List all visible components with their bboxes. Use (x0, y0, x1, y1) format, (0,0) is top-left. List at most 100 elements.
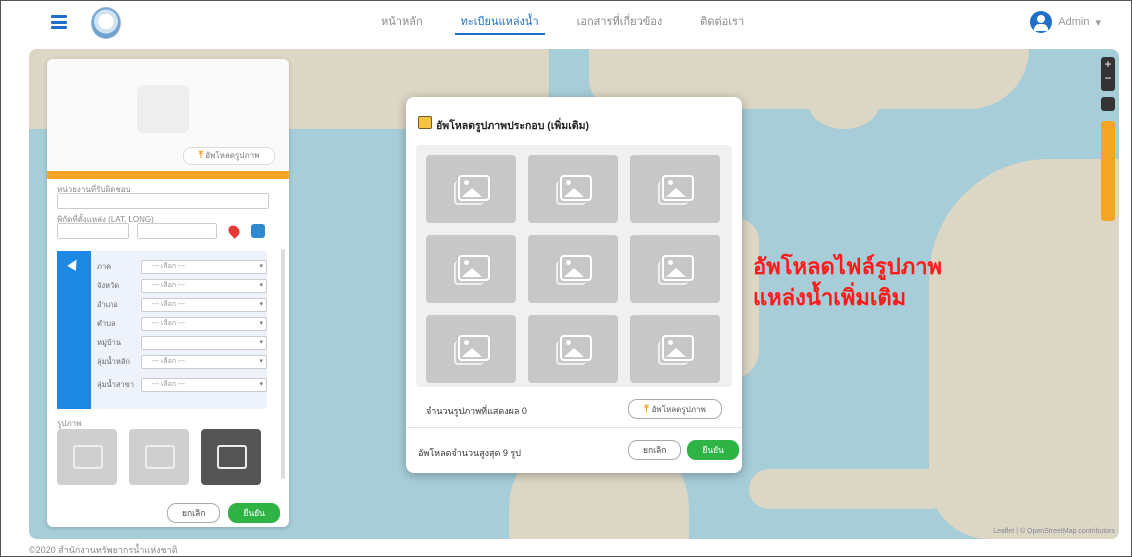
user-menu[interactable]: Admin ▾ (1030, 11, 1101, 33)
location-pin-icon[interactable] (226, 223, 242, 239)
user-avatar-icon (1030, 11, 1053, 33)
draw-toolbar[interactable] (1101, 121, 1115, 221)
agency-logo[interactable] (91, 7, 121, 39)
sub-basin-row: ลุ่มน้ำสาขา --- เลือก --- (97, 377, 267, 393)
user-name: Admin (1058, 16, 1090, 28)
agency-input[interactable] (57, 193, 269, 209)
image-slot[interactable] (426, 315, 516, 383)
map-picker-icon[interactable] (251, 224, 265, 238)
region-label: ภาค (97, 262, 112, 271)
image-slot[interactable] (528, 235, 618, 303)
image-slot[interactable] (528, 315, 618, 383)
region-row: ภาค --- เลือก --- (97, 259, 267, 275)
district-label: อำเภอ (97, 300, 118, 309)
image-thumbnail[interactable] (201, 429, 261, 485)
image-thumbnail[interactable] (57, 429, 117, 485)
nav-water-registry[interactable]: ทะเบียนแหล่งน้ำ (454, 1, 545, 43)
nav-home[interactable]: หน้าหลัก (381, 1, 423, 43)
image-slot[interactable] (426, 155, 516, 223)
main-nav: หน้าหลัก ทะเบียนแหล่งน้ำ เอกสารที่เกี่ยว… (381, 1, 744, 43)
layers-icon[interactable] (1101, 97, 1115, 111)
water-source-form-panel: ⤒ อัพโหลดรูปภาพ หน่วยงานที่รับผิดชอบ พิก… (47, 59, 289, 527)
subdistrict-select[interactable]: --- เลือก --- (141, 317, 267, 331)
zoom-control: + − (1101, 57, 1115, 91)
district-select[interactable]: --- เลือก --- (141, 298, 267, 312)
annotation-line-1: อัพโหลดไฟล์รูปภาพ (753, 254, 943, 279)
panel-confirm-button[interactable]: ยืนยัน (228, 503, 280, 523)
image-placeholder-icon (458, 255, 490, 281)
image-count-text: จำนวนรูปภาพที่แสดงผล 0 (426, 406, 527, 416)
annotation-callout: อัพโหลดไฟล์รูปภาพ แหล่งน้ำเพิ่มเติม (753, 251, 942, 313)
image-placeholder-icon (560, 175, 592, 201)
image-placeholder-icon (458, 175, 490, 201)
map-attribution[interactable]: Leaflet | © OpenStreetMap contributors (993, 528, 1115, 535)
address-stripe (57, 251, 91, 409)
panel-scrollbar[interactable] (281, 249, 285, 479)
land-area (809, 79, 879, 129)
province-row: จังหวัด --- เลือก --- (97, 278, 267, 294)
subdistrict-label: ตำบล (97, 319, 116, 328)
province-label: จังหวัด (97, 281, 120, 290)
image-placeholder-icon (137, 85, 189, 133)
village-label: หมู่บ้าน (97, 338, 121, 347)
upload-images-button[interactable]: ⤒ อัพโหลดรูปภาพ (628, 399, 722, 419)
main-basin-label: ลุ่มน้ำหลัก (97, 357, 130, 366)
zoom-in-icon[interactable]: + (1101, 57, 1115, 71)
upload-cover-button[interactable]: ⤒ อัพโหลดรูปภาพ (183, 147, 275, 165)
main-basin-select[interactable]: --- เลือก --- (141, 355, 267, 369)
upload-images-modal: อัพโหลดรูปภาพประกอบ (เพิ่มเติม) จำนวนรูป… (406, 97, 742, 473)
upload-images-label: อัพโหลดรูปภาพ (651, 404, 706, 414)
image-slot[interactable] (630, 155, 720, 223)
annotation-line-2: แหล่งน้ำเพิ่มเติม (753, 285, 907, 310)
panel-actions: ยกเลิก ยืนยัน (167, 503, 280, 523)
nav-contact[interactable]: ติดต่อเรา (700, 1, 744, 43)
address-section: ภาค --- เลือก --- จังหวัด --- เลือก --- … (57, 251, 267, 409)
footer-copyright: ©2020 สำนักงานทรัพยากรน้ำแห่งชาติ (29, 545, 178, 555)
navigation-arrow-icon (67, 257, 81, 271)
modal-divider (406, 427, 742, 428)
image-placeholder-icon (662, 335, 694, 361)
image-icon (418, 116, 432, 129)
image-gallery (416, 145, 732, 387)
long-input[interactable] (137, 223, 217, 239)
lat-input[interactable] (57, 223, 129, 239)
image-placeholder-icon (560, 255, 592, 281)
zoom-out-icon[interactable]: − (1101, 71, 1115, 85)
panel-cancel-button[interactable]: ยกเลิก (167, 503, 221, 523)
district-row: อำเภอ --- เลือก --- (97, 297, 267, 313)
menu-icon[interactable] (51, 15, 67, 29)
image-thumbnail[interactable] (129, 429, 189, 485)
region-select[interactable]: --- เลือก --- (141, 260, 267, 274)
province-select[interactable]: --- เลือก --- (141, 279, 267, 293)
sub-basin-label: ลุ่มน้ำสาขา (97, 380, 135, 389)
max-upload-text: อัพโหลดจำนวนสูงสุด 9 รูป (418, 448, 521, 458)
app-frame: หน้าหลัก ทะเบียนแหล่งน้ำ เอกสารที่เกี่ยว… (0, 0, 1132, 557)
village-input[interactable] (141, 336, 267, 350)
modal-actions: ยกเลิก ยืนยัน (628, 440, 739, 460)
image-slot[interactable] (630, 315, 720, 383)
modal-confirm-button[interactable]: ยืนยัน (687, 440, 739, 460)
image-slot[interactable] (528, 155, 618, 223)
upload-icon: ⤒ (198, 150, 203, 161)
image-slot[interactable] (630, 235, 720, 303)
upload-cover-label: อัพโหลดรูปภาพ (205, 151, 260, 160)
modal-cancel-button[interactable]: ยกเลิก (628, 440, 682, 460)
image-thumbnails (57, 429, 261, 485)
subdistrict-row: ตำบล --- เลือก --- (97, 316, 267, 332)
land-area (929, 159, 1119, 539)
image-placeholder-icon (560, 335, 592, 361)
top-navbar: หน้าหลัก ทะเบียนแหล่งน้ำ เอกสารที่เกี่ยว… (1, 1, 1131, 43)
image-placeholder-icon (458, 335, 490, 361)
image-placeholder-icon (662, 255, 694, 281)
image-slot[interactable] (426, 235, 516, 303)
upload-icon: ⤒ (644, 403, 649, 415)
cover-photo-area: ⤒ อัพโหลดรูปภาพ (47, 59, 289, 179)
sub-basin-select[interactable]: --- เลือก --- (141, 378, 267, 392)
village-row: หมู่บ้าน (97, 335, 267, 351)
land-area (749, 469, 949, 509)
nav-documents[interactable]: เอกสารที่เกี่ยวข้อง (577, 1, 663, 43)
main-basin-row: ลุ่มน้ำหลัก --- เลือก --- (97, 354, 267, 370)
image-placeholder-icon (662, 175, 694, 201)
modal-title: อัพโหลดรูปภาพประกอบ (เพิ่มเติม) (436, 120, 590, 132)
chevron-down-icon: ▾ (1095, 16, 1101, 29)
